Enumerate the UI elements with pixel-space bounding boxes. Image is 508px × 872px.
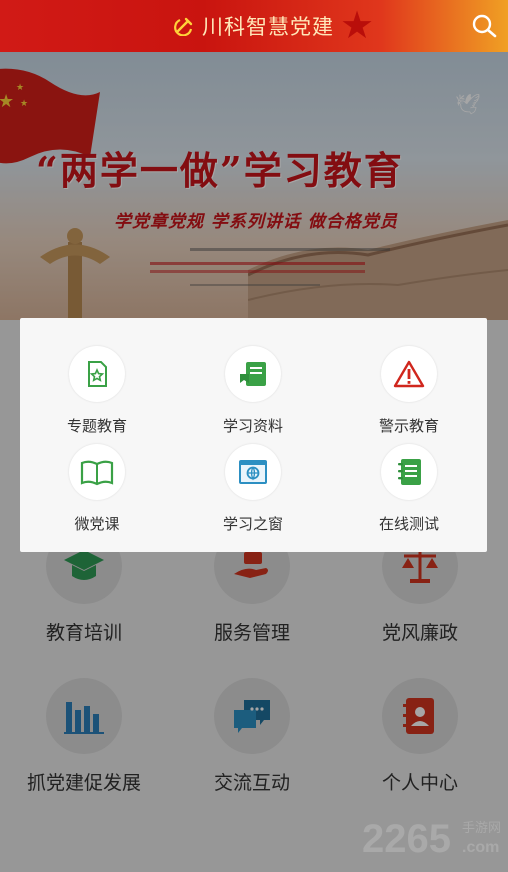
popup-item-label: 警示教育: [378, 417, 439, 435]
watermark-site: 手游网: [462, 821, 501, 836]
watermark-logo: 2265 手游网 .com: [362, 817, 501, 860]
open-book-icon: [80, 460, 114, 486]
popup-item-label: 专题教育: [66, 417, 127, 435]
search-icon[interactable]: [470, 12, 498, 40]
popup-item-topic-education[interactable]: 专题教育: [22, 346, 172, 436]
popup-item-label: 学习资料: [222, 417, 283, 435]
popup-menu: 专题教育 学习资料 警示教育 微党课 学习之窗 在线测试: [20, 318, 487, 552]
study-book-icon: [240, 362, 266, 386]
popup-item-study-window[interactable]: 学习之窗: [178, 444, 328, 534]
app-header: ★ 川科智慧党建: [0, 0, 508, 52]
popup-item-micro-party-class[interactable]: 微党课: [22, 444, 172, 534]
popup-item-online-test[interactable]: 在线测试: [334, 444, 484, 534]
star-decoration-icon: ★: [340, 3, 375, 47]
popup-item-study-materials[interactable]: 学习资料: [178, 346, 328, 436]
browser-window-icon: [239, 460, 267, 484]
watermark-domain: .com: [462, 839, 499, 856]
app-title: 川科智慧党建: [202, 15, 334, 39]
popup-item-label: 微党课: [74, 515, 120, 533]
party-emblem-icon: [174, 17, 193, 36]
notebook-icon: [398, 459, 421, 485]
warning-icon: [393, 360, 425, 388]
header-title-group: 川科智慧党建: [174, 11, 334, 41]
popup-item-label: 学习之窗: [222, 515, 283, 533]
popup-item-label: 在线测试: [378, 515, 439, 533]
watermark-number: 2265: [362, 817, 451, 860]
popup-item-warning-education[interactable]: 警示教育: [334, 346, 484, 436]
document-star-icon: [88, 361, 107, 387]
